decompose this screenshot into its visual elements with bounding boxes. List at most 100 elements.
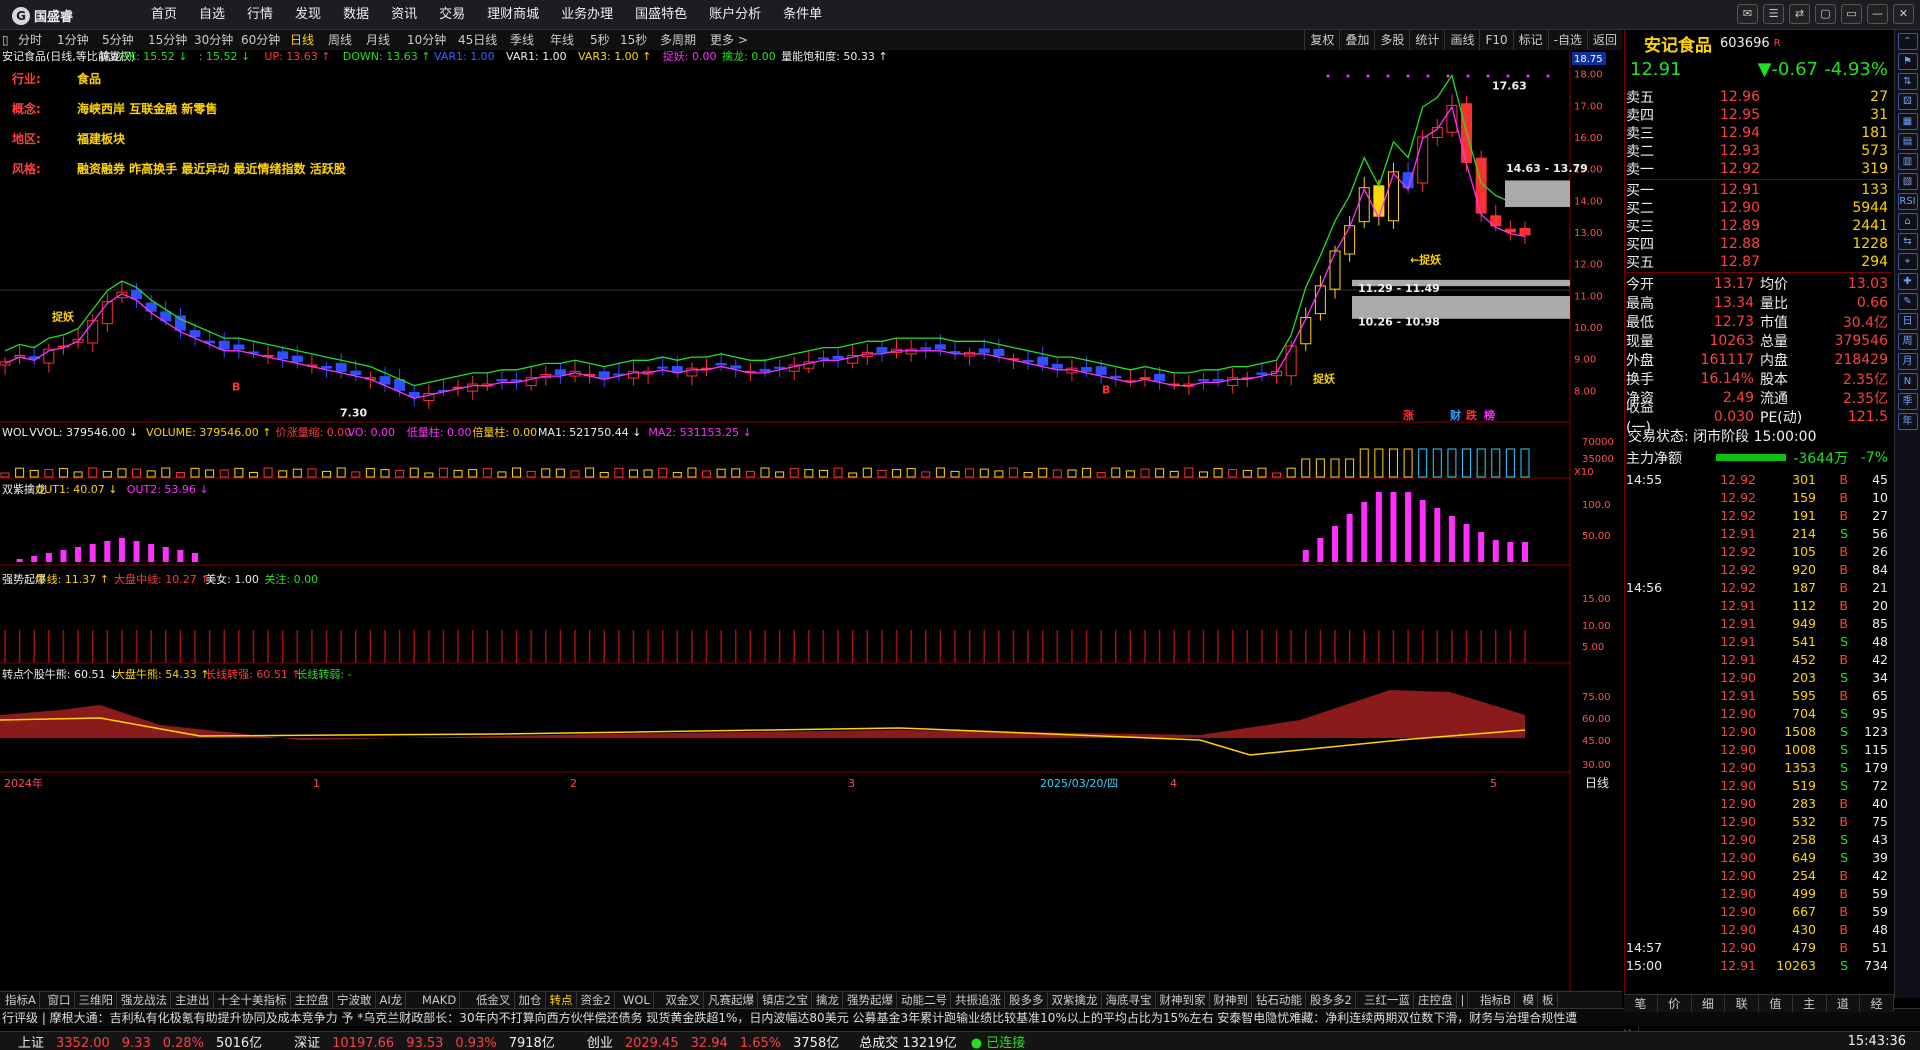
- window-button-2[interactable]: ⇄: [1789, 4, 1810, 24]
- timeframe-16[interactable]: 更多 >: [710, 30, 748, 50]
- indicator-tab-10[interactable]: 低金叉: [473, 992, 515, 1009]
- sell-level-0[interactable]: 卖五 12.96 27: [1626, 88, 1892, 106]
- timeframe-10[interactable]: 45日线: [458, 30, 497, 50]
- candle[interactable]: [949, 351, 961, 354]
- timeframe-11[interactable]: 季线: [510, 30, 534, 50]
- indicator-tab-14[interactable]: WOL: [620, 992, 654, 1009]
- index-2[interactable]: 创业 2029.45 32.94 1.65% 3758亿: [587, 1032, 853, 1050]
- indicator-tab-17[interactable]: 镇店之宝: [759, 992, 812, 1009]
- menu-item-6[interactable]: 交易: [428, 0, 476, 30]
- candle[interactable]: [1022, 359, 1034, 363]
- sidebar-button-11[interactable]: ⌖: [1897, 253, 1918, 270]
- indicator-tab-16[interactable]: 凡赛起爆: [705, 992, 758, 1009]
- candle[interactable]: [1139, 377, 1151, 380]
- app-logo[interactable]: G 国盛睿: [12, 6, 73, 25]
- menu-item-9[interactable]: 国盛特色: [624, 0, 698, 30]
- buy-level-3[interactable]: 买四 12.88 1228: [1626, 235, 1892, 253]
- buy-level-4[interactable]: 买五 12.87 294: [1626, 253, 1892, 271]
- tool-7[interactable]: -自选: [1547, 30, 1587, 50]
- candle[interactable]: [1417, 136, 1429, 184]
- timeframe-1[interactable]: 1分钟: [57, 30, 89, 50]
- candle[interactable]: [554, 369, 566, 376]
- candle[interactable]: [1051, 363, 1063, 369]
- menu-item-3[interactable]: 发现: [284, 0, 332, 30]
- indicator-tab-13[interactable]: 资金2: [578, 992, 615, 1009]
- sidebar-button-6[interactable]: ▥: [1897, 153, 1918, 170]
- indicator-tab-24[interactable]: 海底寻宝: [1103, 992, 1156, 1009]
- candle[interactable]: [1197, 379, 1209, 382]
- timeframe-9[interactable]: 10分钟: [407, 30, 446, 50]
- window-button-5[interactable]: —: [1867, 4, 1888, 24]
- candle[interactable]: [1256, 372, 1268, 376]
- timeframe-8[interactable]: 月线: [366, 30, 390, 50]
- window-button-3[interactable]: ▢: [1815, 4, 1836, 24]
- candle[interactable]: [291, 355, 303, 363]
- sidebar-button-5[interactable]: ▤: [1897, 133, 1918, 150]
- candle[interactable]: [1344, 225, 1356, 255]
- candle[interactable]: [920, 347, 932, 350]
- detail-tab-6[interactable]: 道: [1827, 995, 1861, 1012]
- indicator-tab-30[interactable]: 庄控盘: [1415, 992, 1457, 1009]
- sidebar-button-13[interactable]: ✎: [1897, 293, 1918, 310]
- candle[interactable]: [774, 366, 786, 369]
- candle[interactable]: [233, 344, 245, 350]
- timeframe-0[interactable]: 分时: [18, 30, 42, 50]
- candle[interactable]: [657, 366, 669, 369]
- candle[interactable]: [350, 370, 362, 376]
- timeframe-5[interactable]: 60分钟: [241, 30, 280, 50]
- candle[interactable]: [876, 347, 888, 353]
- candle[interactable]: [1358, 187, 1370, 223]
- indicator-tab-33[interactable]: 模: [1520, 992, 1538, 1009]
- candle[interactable]: [87, 320, 99, 344]
- indicator-tab-2[interactable]: 三维阳: [76, 992, 117, 1009]
- indicator-tab-18[interactable]: 擒龙: [813, 992, 843, 1009]
- buy-level-2[interactable]: 买三 12.89 2441: [1626, 217, 1892, 235]
- candle[interactable]: [934, 344, 946, 350]
- detail-tab-3[interactable]: 联: [1725, 995, 1759, 1012]
- candle[interactable]: [174, 315, 186, 331]
- candle[interactable]: [1081, 367, 1093, 372]
- sidebar-button-4[interactable]: ▦: [1897, 113, 1918, 130]
- index-1[interactable]: 深证 10197.66 93.53 0.93% 7918亿: [294, 1032, 569, 1050]
- indicator-tab-27[interactable]: 钻石动能: [1253, 992, 1306, 1009]
- candle[interactable]: [131, 289, 143, 300]
- timeframe-2[interactable]: 5分钟: [102, 30, 134, 50]
- tool-4[interactable]: 画线: [1444, 30, 1479, 50]
- indicator-tab-22[interactable]: 股多多: [1006, 992, 1048, 1009]
- sidebar-button-14[interactable]: 日: [1897, 313, 1918, 330]
- detail-tab-7[interactable]: 经: [1860, 995, 1894, 1012]
- sell-level-2[interactable]: 卖三 12.94 181: [1626, 124, 1892, 142]
- candle[interactable]: [218, 340, 230, 350]
- candle[interactable]: [1519, 227, 1531, 236]
- window-button-6[interactable]: ✕: [1893, 4, 1914, 24]
- indicator-tab-20[interactable]: 动能二号: [898, 992, 951, 1009]
- timeframe-14[interactable]: 15秒: [620, 30, 647, 50]
- sidebar-button-9[interactable]: ⌂: [1897, 213, 1918, 230]
- detail-tab-4[interactable]: 值: [1759, 995, 1793, 1012]
- tool-6[interactable]: 标记: [1512, 30, 1548, 50]
- menu-item-11[interactable]: 条件单: [772, 0, 833, 30]
- indicator-tab-25[interactable]: 财神到家: [1157, 992, 1210, 1009]
- candle[interactable]: [905, 348, 917, 355]
- candle[interactable]: [817, 357, 829, 360]
- timeframe-12[interactable]: 年线: [550, 30, 574, 50]
- candle[interactable]: [715, 362, 727, 366]
- indicator-tab-12[interactable]: 转点: [547, 992, 577, 1009]
- tool-0[interactable]: 复权: [1304, 30, 1339, 50]
- timeframe-3[interactable]: 15分钟: [148, 30, 187, 50]
- sidebar-button-2[interactable]: ⇅: [1897, 73, 1918, 90]
- sidebar-button-12[interactable]: ✚: [1897, 273, 1918, 290]
- menu-item-10[interactable]: 账户分析: [698, 0, 772, 30]
- detail-tab-1[interactable]: 价: [1658, 995, 1692, 1012]
- candle[interactable]: [496, 378, 508, 382]
- indicator-tab-0[interactable]: 指标A: [2, 992, 40, 1009]
- tool-1[interactable]: 叠加: [1339, 30, 1374, 50]
- sidebar-button-15[interactable]: 周: [1897, 333, 1918, 350]
- tool-3[interactable]: 统计: [1409, 30, 1444, 50]
- sidebar-button-0[interactable]: ⌃: [1897, 33, 1918, 50]
- indicator-tab-15[interactable]: 双金叉: [663, 992, 704, 1009]
- candle[interactable]: [1285, 345, 1297, 377]
- detail-tab-5[interactable]: 主: [1793, 995, 1827, 1012]
- buy-level-0[interactable]: 买一 12.91 133: [1626, 181, 1892, 199]
- sidebar-button-19[interactable]: 年: [1897, 413, 1918, 430]
